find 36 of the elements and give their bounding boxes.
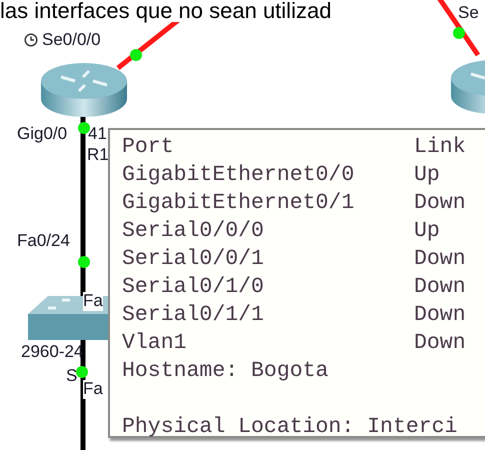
link-status: Down — [414, 303, 466, 327]
link-status: Down — [414, 191, 466, 215]
port-label: Fa — [83, 292, 103, 311]
port-name: Vlan1 — [122, 331, 188, 355]
port-label: S — [66, 367, 78, 386]
link-status-dot — [78, 256, 90, 268]
port-label: Se — [458, 4, 479, 23]
link-status: Down — [414, 275, 466, 299]
link-status: Down — [414, 247, 466, 271]
link-status-dot — [453, 27, 465, 39]
serial-link — [434, 0, 480, 56]
link-status: Up — [414, 219, 440, 243]
port-name: GigabitEthernet0/0 — [122, 163, 356, 187]
hostname-text: Hostname: Bogota — [122, 359, 328, 383]
port-label: Fa0/24 — [17, 232, 70, 251]
link-status-dot — [130, 49, 142, 61]
link-status: Down — [414, 331, 466, 355]
column-header: Port — [122, 135, 175, 159]
link-status-dot — [78, 122, 90, 134]
port-label: Fa — [83, 380, 103, 399]
port-name: Serial0/1/1 — [122, 303, 265, 327]
port-name: Serial0/0/1 — [122, 247, 265, 271]
port-label: 41 — [88, 125, 107, 144]
router-icon[interactable] — [39, 61, 129, 119]
clock-icon — [24, 33, 38, 48]
location-text: Physical Location: Interci — [122, 415, 458, 439]
port-name: GigabitEthernet0/1 — [122, 191, 356, 215]
column-header: Link — [414, 135, 466, 159]
port-name: Serial0/0/0 — [122, 219, 265, 243]
port-label: Se0/0/0 — [42, 31, 101, 50]
port-name: Serial0/1/0 — [122, 275, 265, 299]
port-label: R1 — [87, 146, 109, 165]
link-status-dot — [76, 366, 88, 378]
caption-text: las interfaces que no sean utilizad — [0, 0, 332, 22]
port-label: Gig0/0 — [17, 125, 68, 144]
link-status: Up — [414, 163, 440, 187]
